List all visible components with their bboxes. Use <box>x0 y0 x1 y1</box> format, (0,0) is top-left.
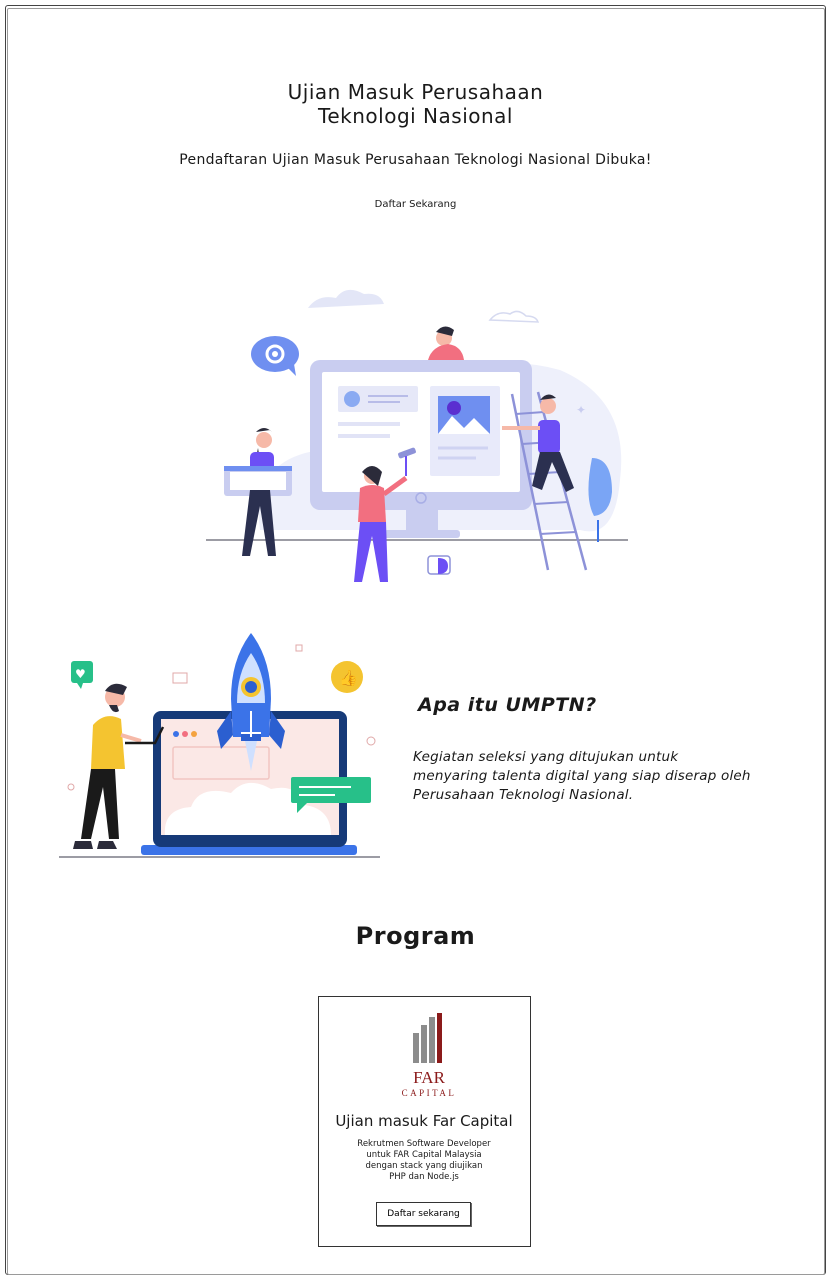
program-title: Program <box>355 922 476 950</box>
program-card-desc-line-3: dengan stack yang diujikan <box>365 1161 483 1171</box>
svg-text:👍: 👍 <box>339 669 358 687</box>
far-capital-logo: FAR CAPITAL <box>402 1013 457 1098</box>
about-title: Apa itu UMPTN? <box>418 694 597 716</box>
svg-text:♥: ♥ <box>75 667 86 681</box>
about-description: Kegiatan seleksi yang ditujukan untuk me… <box>413 748 788 805</box>
logo-word-capital: CAPITAL <box>402 1088 457 1098</box>
register-now-link[interactable]: Daftar Sekarang <box>0 199 831 210</box>
program-card-desc-line-4: PHP dan Node.js <box>389 1172 459 1182</box>
rocket-launch-illustration: 👍 ♥ <box>59 633 380 858</box>
svg-text:✦: ✦ <box>576 403 586 417</box>
logo-word-far: FAR <box>413 1068 445 1087</box>
hero-title: Ujian Masuk Perusahaan Teknologi Nasiona… <box>0 80 831 128</box>
about-text-line-1: Kegiatan seleksi yang ditujukan untuk <box>413 749 679 765</box>
team-website-illustration: ✦ <box>206 289 628 582</box>
hero-title-line-2: Teknologi Nasional <box>318 104 513 128</box>
hero-title-line-1: Ujian Masuk Perusahaan <box>287 80 544 104</box>
program-card-desc-line-1: Rekrutmen Software Developer <box>357 1139 491 1149</box>
program-card-title: Ujian masuk Far Capital <box>335 1112 513 1130</box>
hero-subtitle: Pendaftaran Ujian Masuk Perusahaan Tekno… <box>179 152 652 168</box>
program-register-button[interactable]: Daftar sekarang <box>376 1202 471 1226</box>
program-card: FAR CAPITAL Ujian masuk Far Capital Rekr… <box>318 996 531 1247</box>
about-text-line-3: Perusahaan Teknologi Nasional. <box>413 787 634 803</box>
about-text-line-2: menyaring talenta digital yang siap dise… <box>413 768 751 784</box>
program-card-description: Rekrutmen Software Developer untuk FAR C… <box>329 1139 519 1183</box>
program-card-desc-line-2: untuk FAR Capital Malaysia <box>366 1150 482 1160</box>
